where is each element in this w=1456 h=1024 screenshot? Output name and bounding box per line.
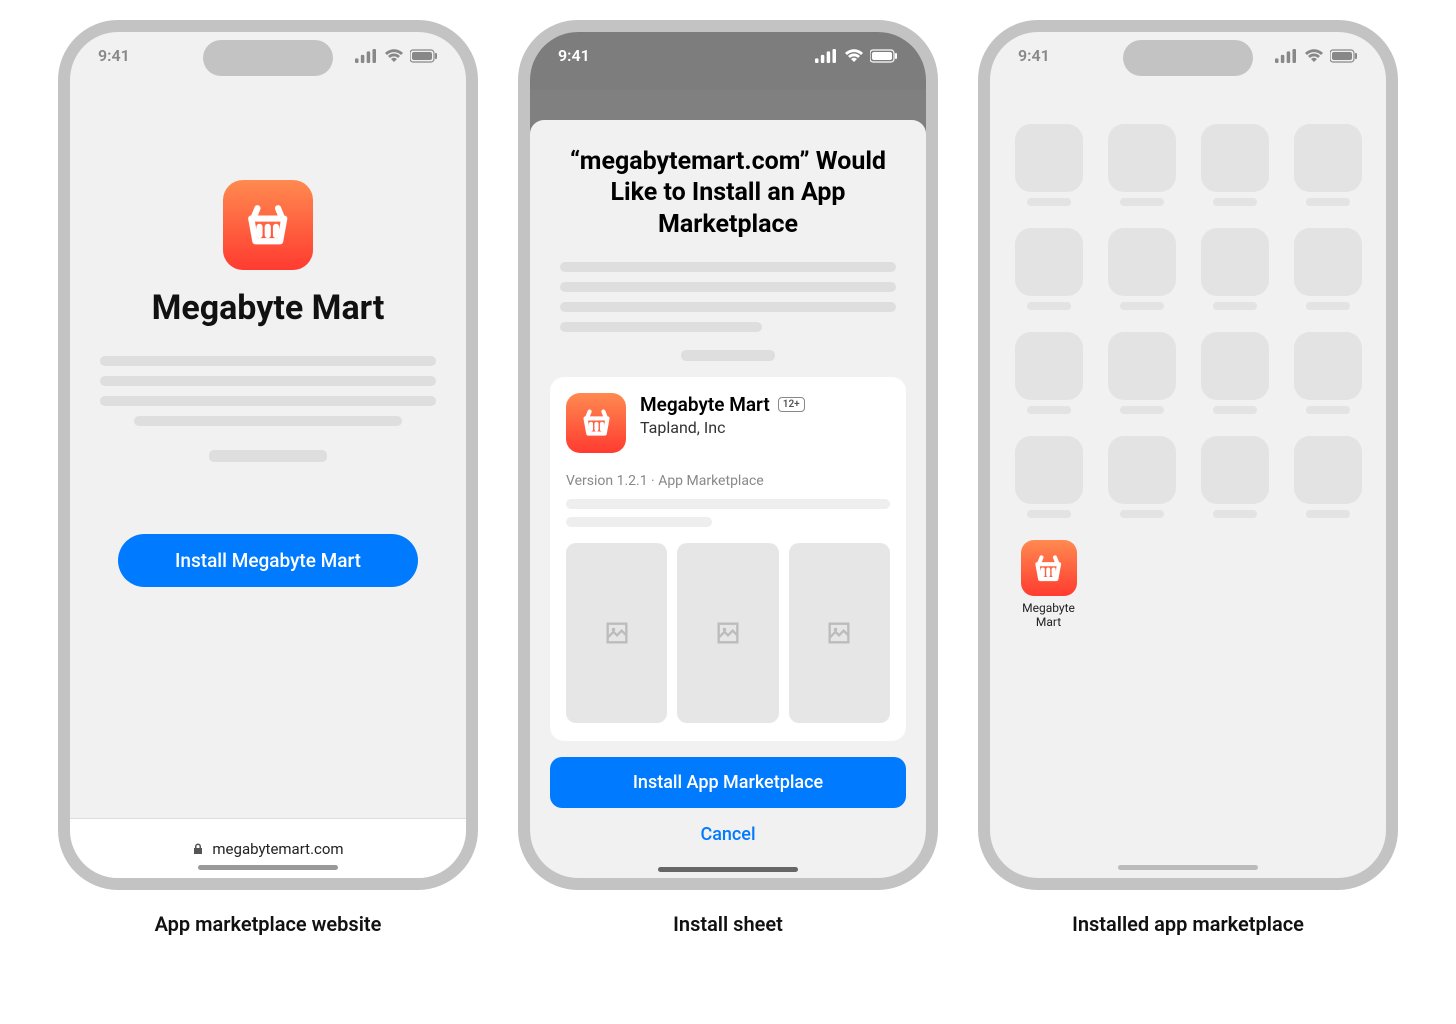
card-app-name: Megabyte Mart (640, 393, 770, 416)
app-placeholder[interactable] (1198, 332, 1271, 414)
sheet-skeleton (560, 262, 896, 361)
phone-2-wrap: 9:41 “megabytemart.com” Would Like to In… (518, 20, 938, 936)
app-placeholder[interactable] (1012, 124, 1085, 206)
battery-icon (870, 49, 898, 63)
screenshot-placeholder (789, 543, 890, 723)
app-placeholder[interactable] (1291, 228, 1364, 310)
status-time: 9:41 (1018, 46, 1050, 65)
app-placeholder[interactable] (1198, 228, 1271, 310)
phone-marketplace-website: 9:41 Megabyte Mart (58, 20, 478, 890)
phone-3-wrap: 9:41 (978, 20, 1398, 936)
app-placeholder[interactable] (1105, 228, 1178, 310)
notch (1123, 40, 1253, 76)
app-placeholder[interactable] (1012, 228, 1085, 310)
app-placeholder[interactable] (1291, 436, 1364, 518)
sheet-title: “megabytemart.com” Would Like to Install… (550, 146, 906, 240)
card-meta: Version 1.2.1 · App Marketplace (566, 473, 890, 489)
home-indicator (198, 865, 338, 870)
installed-marketplace-app[interactable]: Megabyte Mart (1012, 540, 1085, 630)
install-sheet: “megabytemart.com” Would Like to Install… (530, 120, 926, 878)
app-placeholder[interactable] (1198, 436, 1271, 518)
install-marketplace-button[interactable]: Install Megabyte Mart (118, 534, 418, 587)
status-time: 9:41 (98, 46, 130, 65)
lock-icon (192, 843, 204, 855)
app-placeholder[interactable] (1012, 436, 1085, 518)
install-app-marketplace-button[interactable]: Install App Marketplace (550, 757, 906, 808)
app-placeholder[interactable] (1291, 332, 1364, 414)
wifi-icon (1304, 49, 1324, 63)
card-developer: Tapland, Inc (640, 418, 805, 437)
phone-home-screen: 9:41 (978, 20, 1398, 890)
skeleton-text (100, 356, 436, 462)
marketplace-title: Megabyte Mart (152, 288, 385, 328)
app-placeholder[interactable] (1105, 124, 1178, 206)
card-skeleton (566, 499, 890, 527)
caption-1: App marketplace website (155, 912, 382, 936)
app-placeholder[interactable] (1105, 332, 1178, 414)
app-placeholder[interactable] (1291, 124, 1364, 206)
wifi-icon (384, 49, 404, 63)
safari-url-bar[interactable]: megabytemart.com (70, 818, 466, 878)
cellular-icon (815, 49, 838, 63)
caption-2: Install sheet (673, 912, 783, 936)
age-rating-badge: 12+ (778, 397, 805, 412)
battery-icon (410, 49, 438, 63)
screenshot-placeholder (677, 543, 778, 723)
status-icons (815, 46, 898, 65)
app-placeholder[interactable] (1105, 436, 1178, 518)
status-icons (1275, 46, 1358, 65)
status-icons (355, 46, 438, 65)
status-bar: 9:41 (530, 46, 926, 65)
app-placeholder[interactable] (1012, 332, 1085, 414)
caption-3: Installed app marketplace (1072, 912, 1304, 936)
battery-icon (1330, 49, 1358, 63)
installed-app-label: Megabyte Mart (1012, 602, 1085, 630)
home-indicator (658, 867, 798, 872)
url-domain: megabytemart.com (212, 840, 343, 858)
installed-app-icon (1021, 540, 1077, 596)
phone-1-wrap: 9:41 Megabyte Mart (58, 20, 478, 936)
status-time: 9:41 (558, 46, 590, 65)
home-indicator (1118, 865, 1258, 870)
wifi-icon (844, 49, 864, 63)
card-app-icon (566, 393, 626, 453)
app-info-card: Megabyte Mart 12+ Tapland, Inc Version 1… (550, 377, 906, 741)
notch (203, 40, 333, 76)
screenshots-row[interactable] (566, 543, 890, 723)
cellular-icon (1275, 49, 1298, 63)
screenshot-placeholder (566, 543, 667, 723)
cancel-button[interactable]: Cancel (550, 808, 906, 869)
cellular-icon (355, 49, 378, 63)
home-screen-grid: Megabyte Mart (990, 90, 1386, 630)
marketplace-app-icon (223, 180, 313, 270)
app-placeholder[interactable] (1198, 124, 1271, 206)
phone-install-sheet: 9:41 “megabytemart.com” Would Like to In… (518, 20, 938, 890)
